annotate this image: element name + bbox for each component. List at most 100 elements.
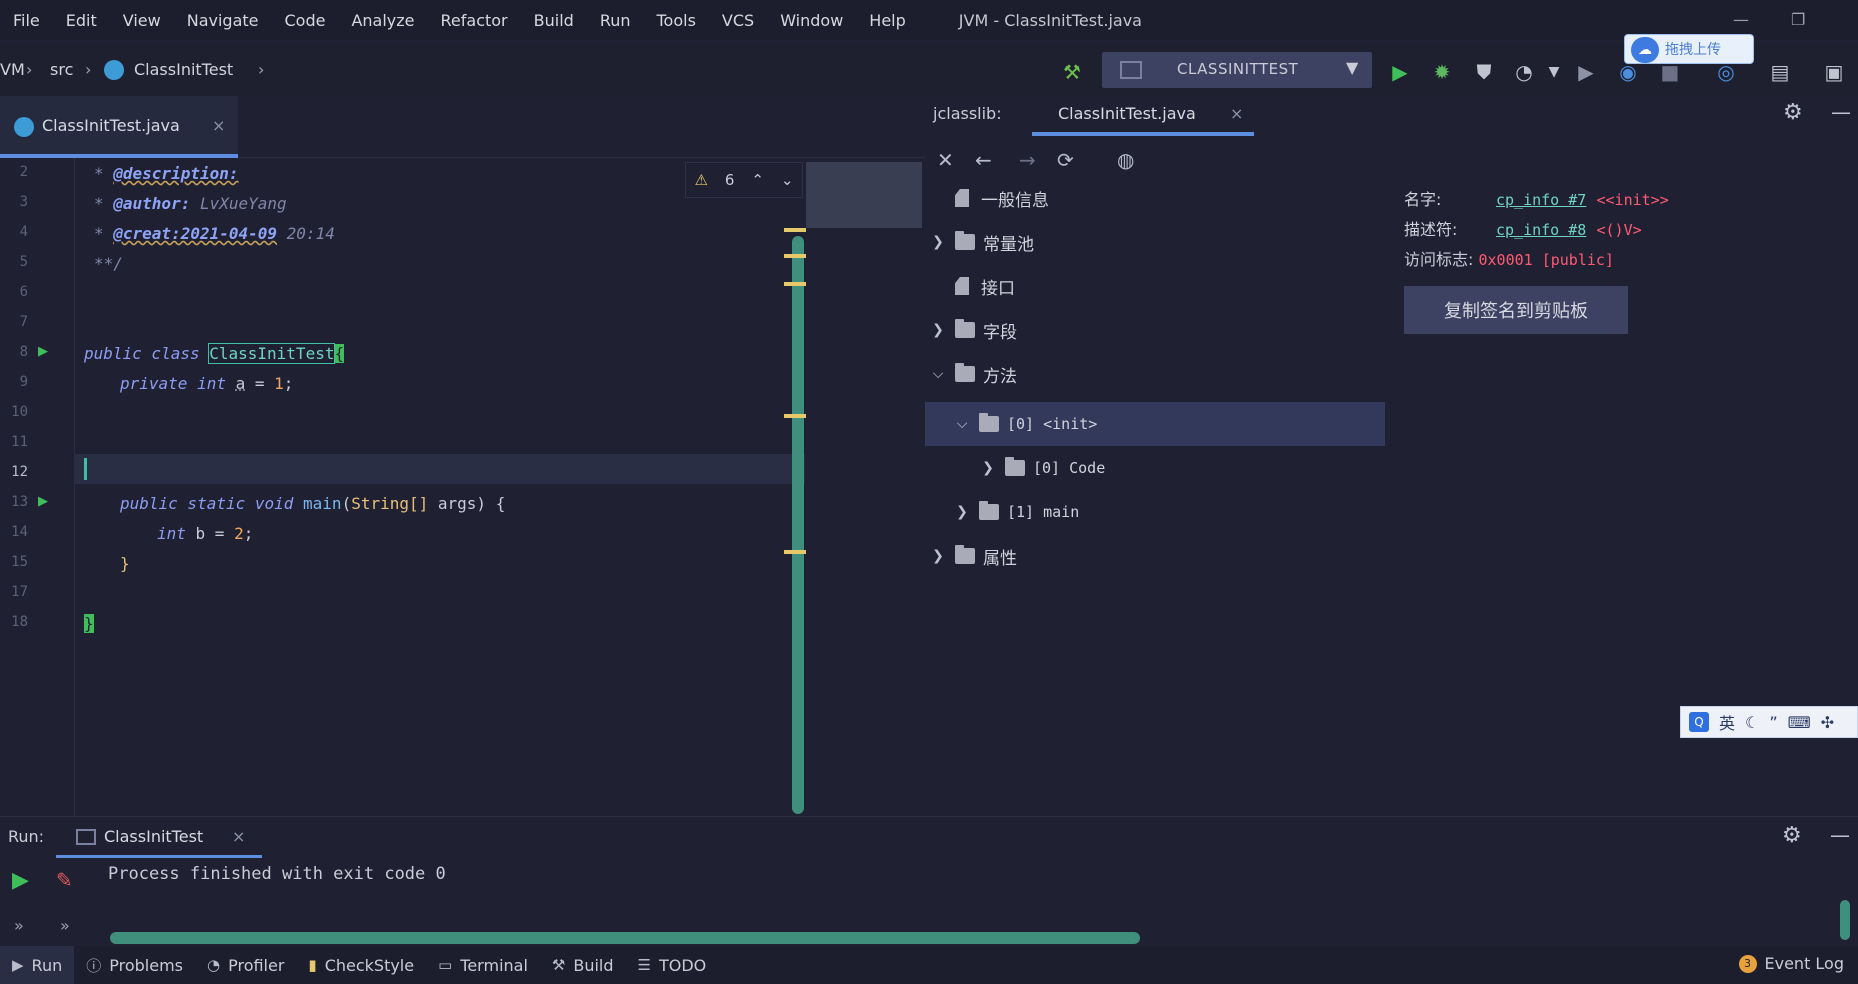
copy-signature-button[interactable]: 复制签名到剪贴板: [1404, 286, 1628, 334]
code-editor[interactable]: 2 3 4 5 6 7 8 9 10 11 12 13 14 15 17 18 …: [0, 158, 925, 816]
minimize-icon[interactable]: —: [1733, 10, 1749, 29]
console-vertical-scrollbar[interactable]: [1840, 900, 1850, 940]
hammer-build-icon[interactable]: ⚒: [1058, 58, 1086, 86]
tool-run[interactable]: ▶ Run: [0, 946, 75, 984]
tree-item-init[interactable]: ⌵ [0] <init>: [925, 402, 1385, 446]
run-gutter-icon[interactable]: ▶: [38, 494, 48, 509]
code-minimap[interactable]: [806, 162, 922, 228]
close-icon[interactable]: ×: [212, 116, 225, 135]
warning-marker[interactable]: [784, 282, 806, 286]
tree-item-attributes[interactable]: ❯ 属性: [925, 534, 1385, 578]
chevron-up-icon[interactable]: ⌃: [751, 171, 764, 189]
tree-item-fields[interactable]: ❯ 字段: [925, 308, 1385, 352]
clear-eraser-icon[interactable]: ✎: [56, 868, 73, 892]
ime-language[interactable]: 英: [1719, 710, 1735, 734]
chevron-down-icon[interactable]: ⌵: [953, 416, 971, 432]
punctuation-icon[interactable]: ”: [1769, 713, 1777, 732]
menu-vcs[interactable]: VCS: [709, 11, 767, 30]
menu-help[interactable]: Help: [856, 11, 918, 30]
tree-item-code[interactable]: ❯ [0] Code: [925, 446, 1385, 490]
console-output[interactable]: ▶ ✎ » » Process finished with exit code …: [0, 858, 1858, 946]
chevron-right-icon[interactable]: ❯: [953, 504, 971, 520]
tool-checkstyle[interactable]: ▮ CheckStyle: [296, 946, 426, 984]
profiler-dropdown-icon[interactable]: ▼: [1540, 58, 1568, 86]
moon-icon[interactable]: ☾: [1745, 713, 1759, 732]
profiler-icon[interactable]: ◔: [1510, 58, 1538, 86]
menu-file[interactable]: File: [0, 11, 53, 30]
menu-code[interactable]: Code: [272, 11, 339, 30]
editor-tab-classinittest[interactable]: ClassInitTest.java ×: [0, 96, 238, 158]
coverage-shield-icon[interactable]: ⛊: [1470, 58, 1498, 86]
detail-label: 描述符:: [1404, 220, 1458, 239]
arrow-back-icon[interactable]: ←: [975, 148, 992, 172]
chevron-right-icon[interactable]: ❯: [929, 548, 947, 564]
menu-refactor[interactable]: Refactor: [428, 11, 521, 30]
run-tab[interactable]: ClassInitTest ×: [56, 817, 262, 859]
menu-build[interactable]: Build: [521, 11, 587, 30]
console-horizontal-scrollbar[interactable]: [110, 932, 1140, 944]
run-gutter-icon[interactable]: ▶: [38, 344, 48, 359]
warning-marker[interactable]: [784, 228, 806, 232]
close-icon[interactable]: ×: [232, 827, 245, 846]
tool-label: CheckStyle: [324, 955, 415, 975]
tool-label: TODO: [658, 955, 707, 975]
run-configuration-dropdown[interactable]: CLASSINITTEST ▼: [1102, 52, 1372, 88]
restore-icon[interactable]: ❐: [1791, 10, 1805, 29]
expand-more-icon[interactable]: »: [60, 916, 70, 935]
class-name: ClassInitTest: [208, 343, 336, 364]
chevron-right-icon[interactable]: ❯: [929, 322, 947, 338]
ime-toolbar[interactable]: Q 英 ☾ ” ⌨ ✣: [1680, 706, 1858, 738]
tool-build[interactable]: ⚒ Build: [540, 946, 626, 984]
warning-marker[interactable]: [784, 550, 806, 554]
tool-todo[interactable]: ☰ TODO: [626, 946, 719, 984]
gear-icon[interactable]: ⚙: [1782, 823, 1802, 848]
menu-navigate[interactable]: Navigate: [174, 11, 272, 30]
breadcrumb-root[interactable]: VM: [0, 60, 25, 79]
chevron-down-icon[interactable]: ⌵: [929, 366, 947, 382]
menu-window[interactable]: Window: [767, 11, 856, 30]
tree-item-general[interactable]: 一般信息: [925, 176, 1385, 220]
inspection-widget[interactable]: ⚠ 6 ⌃ ⌄: [685, 162, 803, 198]
hide-panel-icon[interactable]: —: [1830, 823, 1850, 847]
tool-profiler[interactable]: ◔ Profiler: [195, 946, 296, 984]
rerun-icon[interactable]: ▶: [12, 868, 29, 893]
hide-panel-icon[interactable]: —: [1831, 100, 1851, 124]
tree-item-methods[interactable]: ⌵ 方法: [925, 352, 1385, 396]
expand-more-icon[interactable]: »: [14, 916, 24, 935]
tool-terminal[interactable]: ▭ Terminal: [426, 946, 540, 984]
detail-value: <()V>: [1596, 221, 1642, 239]
settings-icon[interactable]: ✣: [1821, 713, 1834, 732]
menu-view[interactable]: View: [110, 11, 174, 30]
warning-marker[interactable]: [784, 254, 806, 258]
keyboard-icon[interactable]: ⌨: [1788, 713, 1811, 732]
tree-item-main[interactable]: ❯ [1] main: [925, 490, 1385, 534]
debug-bug-icon[interactable]: ✹: [1428, 58, 1456, 86]
close-icon[interactable]: ✕: [937, 148, 954, 172]
tree-item-constant-pool[interactable]: ❯ 常量池: [925, 220, 1385, 264]
globe-icon[interactable]: ◍: [1117, 148, 1134, 172]
menu-run[interactable]: Run: [587, 11, 644, 30]
cp-info-link[interactable]: cp_info #8: [1496, 221, 1586, 239]
run-icon[interactable]: ▶: [1386, 58, 1414, 86]
refresh-icon[interactable]: ⟳: [1057, 148, 1074, 172]
jclasslib-tab[interactable]: ClassInitTest.java ×: [1032, 96, 1254, 136]
drag-upload-button[interactable]: ☁ 拖拽上传: [1624, 34, 1754, 64]
chevron-down-icon[interactable]: ⌄: [781, 171, 794, 189]
tree-item-interfaces[interactable]: 接口: [925, 264, 1385, 308]
breadcrumb-file[interactable]: ClassInitTest: [134, 60, 233, 79]
chevron-right-icon[interactable]: ❯: [929, 234, 947, 250]
project-structure-icon[interactable]: ▤: [1766, 58, 1794, 86]
editor-scrollbar[interactable]: [792, 236, 804, 814]
event-log[interactable]: 3 Event Log: [1738, 954, 1844, 973]
warning-marker[interactable]: [784, 414, 806, 418]
menu-edit[interactable]: Edit: [53, 11, 110, 30]
menu-tools[interactable]: Tools: [644, 11, 709, 30]
chevron-right-icon[interactable]: ❯: [979, 460, 997, 476]
gear-icon[interactable]: ⚙: [1783, 100, 1803, 125]
presentation-icon[interactable]: ▣: [1820, 58, 1848, 86]
breadcrumb-src[interactable]: src: [50, 60, 73, 79]
cp-info-link[interactable]: cp_info #7: [1496, 191, 1586, 209]
tool-problems[interactable]: ⓘ Problems: [74, 946, 195, 984]
menu-analyze[interactable]: Analyze: [338, 11, 427, 30]
close-icon[interactable]: ×: [1230, 104, 1243, 123]
